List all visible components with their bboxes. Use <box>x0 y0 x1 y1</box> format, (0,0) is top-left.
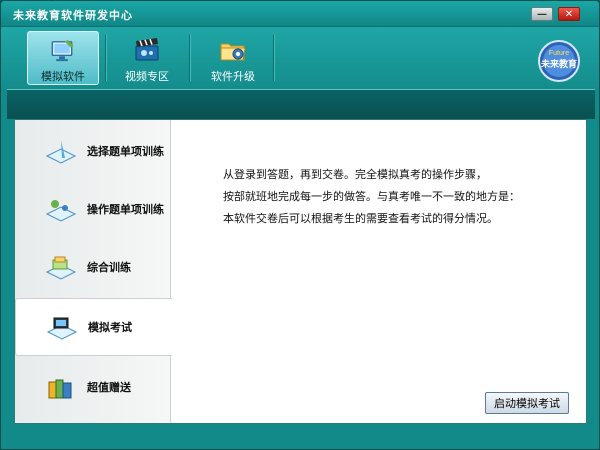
toolbar-divider <box>273 35 274 81</box>
sidebar-item-comprehensive-training[interactable]: 综合训练 <box>15 238 171 296</box>
sidebar-item-choice-training[interactable]: 选择题单项训练 <box>15 122 171 180</box>
sidebar-item-label: 综合训练 <box>87 261 131 274</box>
tools-book-icon <box>45 200 77 222</box>
pen-book-icon <box>45 140 77 164</box>
stack-book-icon <box>45 256 77 280</box>
toolbar-divider <box>189 35 190 81</box>
minimize-button[interactable]: — <box>531 7 553 21</box>
sidebar-item-mock-exam[interactable]: 模拟考试 <box>15 298 172 356</box>
future-education-logo: Future 未来教育 <box>538 40 580 82</box>
tool-simulation-software[interactable]: 模拟软件 <box>27 31 99 85</box>
books-icon <box>48 379 72 399</box>
sidebar-item-label: 操作题单项训练 <box>87 203 164 216</box>
close-button[interactable]: ✕ <box>558 7 580 21</box>
sidebar: 选择题单项训练 操作题单项训练 综合训练 模拟考试 超值赠送 <box>15 120 172 423</box>
header-band <box>7 89 595 119</box>
start-mock-exam-button[interactable]: 启动模拟考试 <box>485 392 569 414</box>
tool-video-zone[interactable]: 视频专区 <box>111 31 183 85</box>
minimize-icon: — <box>537 8 547 20</box>
close-icon: ✕ <box>564 8 574 20</box>
monitor-icon <box>51 39 74 62</box>
description-line: 从登录到答题，再到交卷。完全模拟真考的操作步骤， <box>223 168 487 181</box>
title-bar: 未来教育软件研发中心 — ✕ <box>1 1 599 27</box>
folder-upgrade-icon <box>220 43 246 61</box>
toolbar: 模拟软件 视频专区 软件升级 <box>1 27 599 89</box>
toolbar-divider <box>105 35 106 81</box>
laptop-book-icon <box>46 317 78 340</box>
logo-subtext: Future <box>549 50 569 57</box>
description-line: 本软件交卷后可以根据考生的需要查看考试的得分情况。 <box>223 212 498 225</box>
tool-label: 视频专区 <box>125 70 169 83</box>
description-line: 按部就班地完成每一步的做答。与真考唯一不一致的地方是： <box>223 190 520 203</box>
window-title: 未来教育软件研发中心 <box>13 9 133 22</box>
tool-label: 软件升级 <box>211 70 255 83</box>
tool-label: 模拟软件 <box>41 70 85 83</box>
clapperboard-icon <box>135 38 159 61</box>
content-panel: 选择题单项训练 操作题单项训练 综合训练 模拟考试 超值赠送 从登录到答题，再到… <box>14 119 587 424</box>
tool-software-upgrade[interactable]: 软件升级 <box>197 31 269 85</box>
sidebar-item-label: 模拟考试 <box>88 321 132 334</box>
description-text: 从登录到答题，再到交卷。完全模拟真考的操作步骤， 按部就班地完成每一步的做答。与… <box>223 164 568 230</box>
app-window: 未来教育软件研发中心 — ✕ 模拟软件 视频专区 软件升级 Future 未来教… <box>0 0 600 450</box>
sidebar-item-operation-training[interactable]: 操作题单项训练 <box>15 180 171 238</box>
logo-text: 未来教育 <box>540 58 577 70</box>
sidebar-item-bonus-gift[interactable]: 超值赠送 <box>15 358 171 416</box>
sidebar-item-label: 超值赠送 <box>87 381 131 394</box>
sidebar-item-label: 选择题单项训练 <box>87 145 164 158</box>
